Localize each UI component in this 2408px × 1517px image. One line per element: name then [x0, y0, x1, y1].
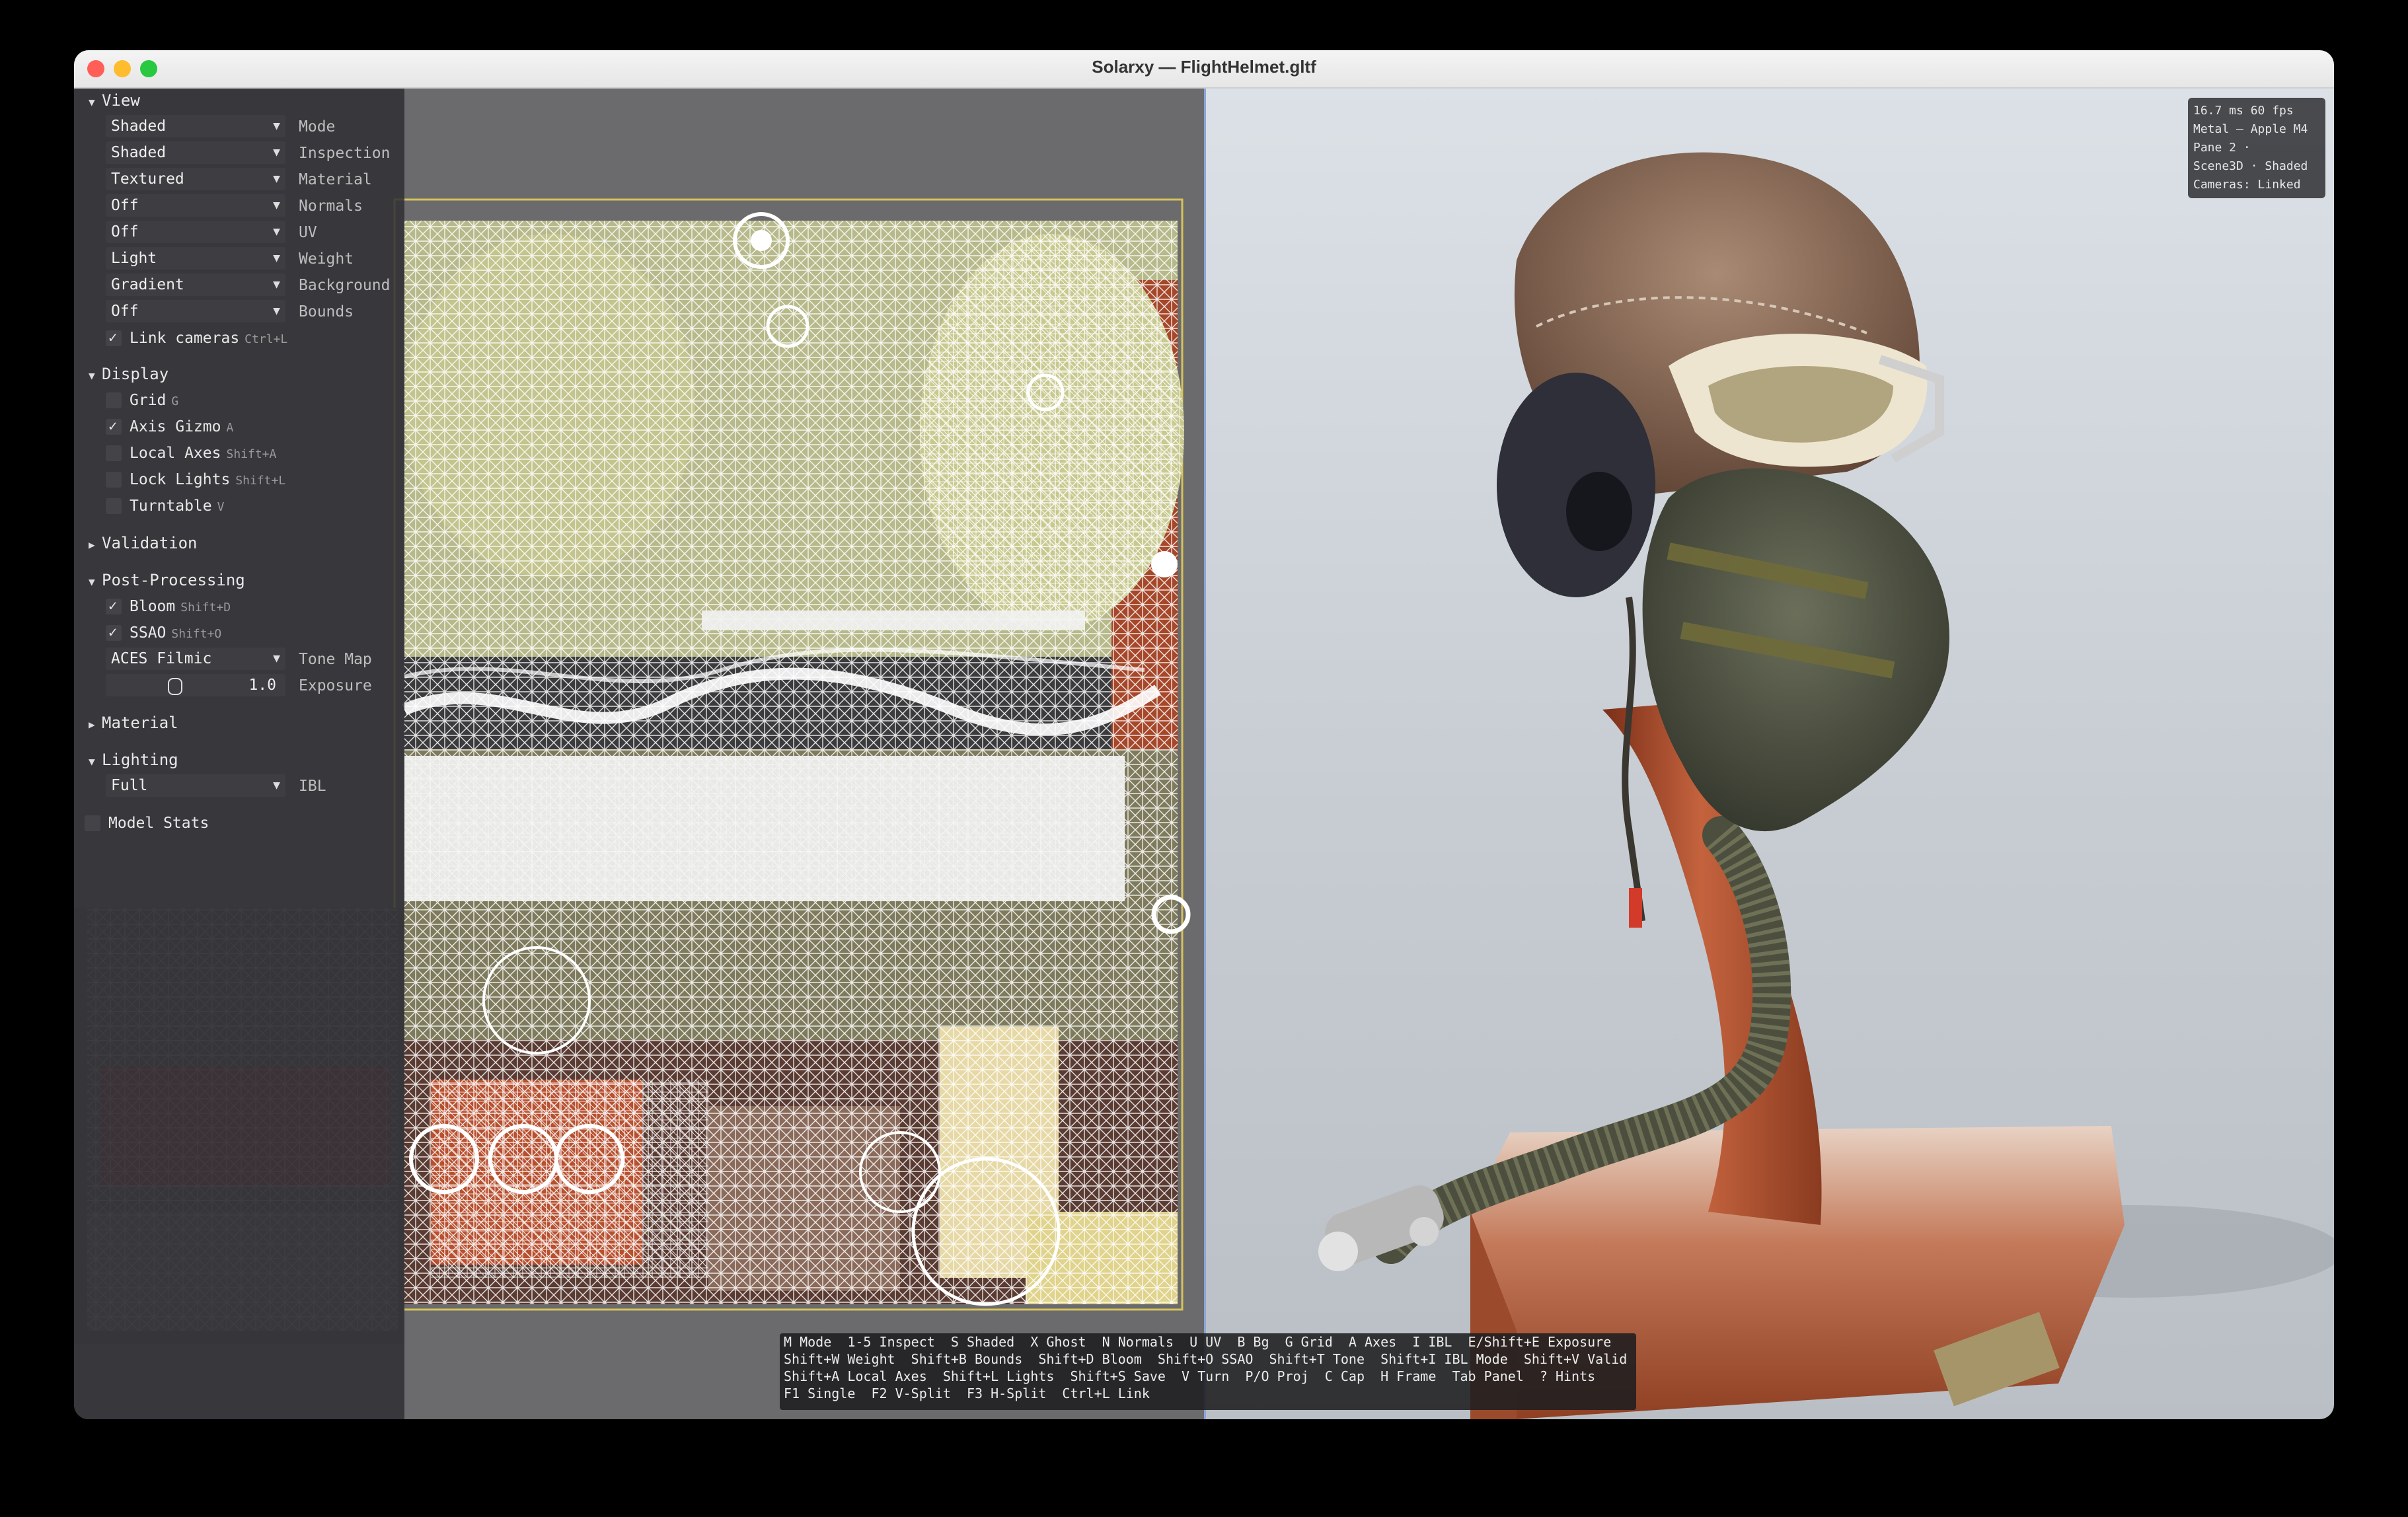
- local-axes-checkbox[interactable]: [106, 445, 122, 461]
- model-stats-row[interactable]: Model Stats: [74, 811, 404, 835]
- flight-helmet-model: [1318, 152, 2334, 1419]
- bounds-select[interactable]: Off ▼: [106, 300, 285, 322]
- hints-line: Shift+W Weight Shift+B Bounds Shift+D Bl…: [784, 1351, 1628, 1367]
- link-cameras-row[interactable]: ✓ Link cameras Ctrl+L: [74, 326, 404, 350]
- disclosure-triangle-icon: ▼: [89, 755, 95, 768]
- section-view-header[interactable]: ▼ View: [89, 89, 140, 112]
- window-title: Solarxy — FlightHelmet.gltf: [1092, 57, 1316, 77]
- chevron-down-icon: ▼: [273, 145, 280, 159]
- axis-gizmo-toggle-row[interactable]: ✓ Axis Gizmo A: [74, 415, 404, 439]
- tone-map-select[interactable]: ACES Filmic ▼: [106, 648, 285, 670]
- section-lighting-header[interactable]: ▼ Lighting: [89, 748, 178, 772]
- weight-select[interactable]: Light ▼: [106, 247, 285, 270]
- checkmark-icon: ✓: [108, 330, 118, 346]
- tone-map-row: ACES Filmic ▼ Tone Map: [74, 648, 404, 671]
- grid-checkbox[interactable]: [106, 392, 122, 408]
- scene-3d-viewport[interactable]: 16.7 ms 60 fps Metal — Apple M4 Pane 2 ·…: [1204, 89, 2334, 1419]
- normals-select[interactable]: Off ▼: [106, 194, 285, 217]
- disclosure-triangle-icon: ▼: [89, 369, 95, 382]
- stats-overlay: 16.7 ms 60 fps Metal — Apple M4 Pane 2 ·…: [2188, 98, 2325, 198]
- disclosure-triangle-icon: ▼: [89, 96, 95, 108]
- hints-line: M Mode 1-5 Inspect S Shaded X Ghost N No…: [784, 1334, 1612, 1350]
- section-material-header[interactable]: ▶ Material: [89, 711, 178, 735]
- stats-frametime: 16.7 ms 60 fps: [2193, 104, 2294, 118]
- lock-lights-checkbox[interactable]: [106, 472, 122, 488]
- weight-row: Light ▼ Weight: [74, 247, 404, 271]
- chevron-down-icon: ▼: [273, 119, 280, 133]
- material-mode-select[interactable]: Textured ▼: [106, 168, 285, 190]
- chevron-down-icon: ▼: [273, 651, 280, 665]
- chevron-down-icon: ▼: [273, 198, 280, 212]
- hints-line: F1 Single F2 V-Split F3 H-Split Ctrl+L L…: [784, 1386, 1150, 1401]
- ibl-select[interactable]: Full ▼: [106, 774, 285, 797]
- title-bar: Solarxy — FlightHelmet.gltf: [74, 50, 2334, 89]
- lock-lights-toggle-row[interactable]: Lock Lights Shift+L: [74, 468, 404, 492]
- grid-toggle-row[interactable]: Grid G: [74, 388, 404, 412]
- chevron-down-icon: ▼: [273, 304, 280, 318]
- disclosure-triangle-icon: ▼: [89, 575, 95, 588]
- mode-select[interactable]: Shaded ▼: [106, 115, 285, 137]
- bloom-toggle-row[interactable]: ✓ Bloom Shift+D: [74, 595, 404, 618]
- inspector-panel: ▼ View Shaded ▼ Mode Shaded ▼ Inspection Te…: [74, 89, 404, 1419]
- turntable-checkbox[interactable]: [106, 498, 122, 514]
- bounds-row: Off ▼ Bounds: [74, 300, 404, 324]
- ssao-checkbox[interactable]: ✓: [106, 624, 122, 641]
- uv-row: Off ▼ UV: [74, 221, 404, 244]
- section-display-header[interactable]: ▼ Display: [89, 362, 169, 386]
- chevron-down-icon: ▼: [273, 251, 280, 265]
- viewport-area: 16.7 ms 60 fps Metal — Apple M4 Pane 2 ·…: [74, 89, 2334, 1419]
- link-cameras-checkbox[interactable]: ✓: [106, 330, 122, 346]
- chevron-down-icon: ▼: [273, 278, 280, 291]
- model-stats-checkbox[interactable]: [85, 815, 100, 831]
- stats-cameras: Cameras: Linked: [2193, 178, 2301, 192]
- bloom-checkbox[interactable]: ✓: [106, 598, 122, 614]
- normals-row: Off ▼ Normals: [74, 194, 404, 218]
- inspection-select[interactable]: Shaded ▼: [106, 141, 285, 164]
- stats-backend: Metal — Apple M4: [2193, 122, 2308, 136]
- local-axes-toggle-row[interactable]: Local Axes Shift+A: [74, 441, 404, 465]
- app-window: Solarxy — FlightHelmet.gltf 16.7 ms 60 f…: [74, 50, 2334, 1419]
- checkmark-icon: ✓: [108, 418, 118, 435]
- turntable-toggle-row[interactable]: Turntable V: [74, 494, 404, 518]
- checkmark-icon: ✓: [108, 624, 118, 641]
- disclosure-triangle-icon: ▶: [89, 538, 95, 551]
- keyboard-hints-overlay: M Mode 1-5 Inspect S Shaded X Ghost N No…: [780, 1333, 1636, 1410]
- checkmark-icon: ✓: [108, 598, 118, 614]
- exposure-row: 1.0 Exposure: [74, 674, 404, 698]
- stats-scene: Scene3D · Shaded: [2193, 159, 2308, 173]
- inspection-row: Shaded ▼ Inspection: [74, 141, 404, 165]
- ssao-toggle-row[interactable]: ✓ SSAO Shift+O: [74, 621, 404, 645]
- chevron-down-icon: ▼: [273, 172, 280, 186]
- section-validation-header[interactable]: ▶ Validation: [89, 531, 198, 555]
- disclosure-triangle-icon: ▶: [89, 718, 95, 731]
- ibl-row: Full ▼ IBL: [74, 774, 404, 798]
- stats-pane: Pane 2 ·: [2193, 141, 2251, 155]
- hints-line: Shift+A Local Axes Shift+L Lights Shift+…: [784, 1368, 1596, 1384]
- exposure-slider[interactable]: 1.0: [106, 674, 285, 696]
- chevron-down-icon: ▼: [273, 778, 280, 792]
- background-select[interactable]: Gradient ▼: [106, 274, 285, 296]
- material-mode-row: Textured ▼ Material: [74, 168, 404, 192]
- exposure-slider-handle[interactable]: [168, 678, 182, 695]
- chevron-down-icon: ▼: [273, 225, 280, 239]
- section-post-processing-header[interactable]: ▼ Post-Processing: [89, 568, 245, 592]
- uv-select[interactable]: Off ▼: [106, 221, 285, 243]
- background-row: Gradient ▼ Background: [74, 274, 404, 297]
- axis-gizmo-checkbox[interactable]: ✓: [106, 418, 122, 435]
- mode-row: Shaded ▼ Mode: [74, 115, 404, 139]
